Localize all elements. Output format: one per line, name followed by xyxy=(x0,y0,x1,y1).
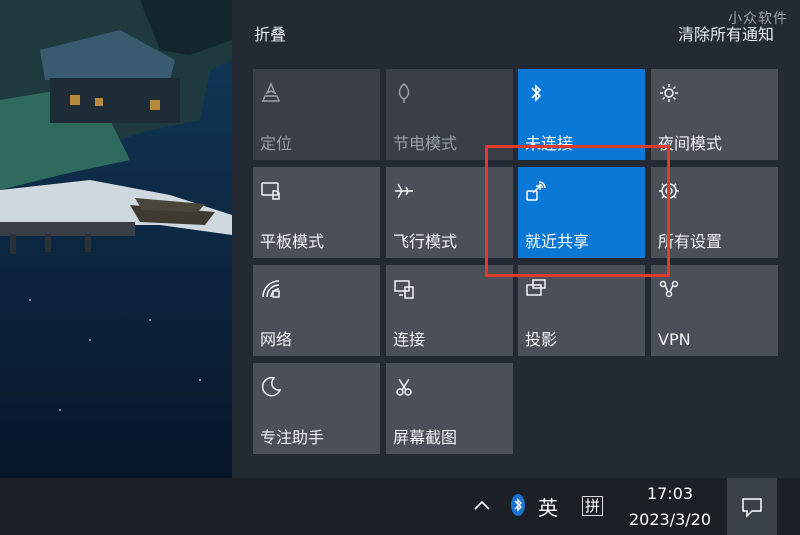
watermark: 小众软件 xyxy=(728,11,788,27)
network-icon xyxy=(259,277,283,301)
ime-layout-indicator[interactable]: 拼 xyxy=(582,496,604,516)
tile-all-settings[interactable]: 所有设置 xyxy=(651,167,778,258)
notification-icon xyxy=(742,498,762,518)
tile-network[interactable]: 网络 xyxy=(253,265,380,356)
tile-nearby-sharing[interactable]: 就近共享 xyxy=(518,167,645,258)
tile-label: 所有设置 xyxy=(658,232,723,251)
tile-label: VPN xyxy=(658,330,691,349)
tile-label: 平板模式 xyxy=(260,232,325,251)
tile-label: 未连接 xyxy=(525,134,574,153)
tile-location[interactable]: 定位 xyxy=(253,69,380,160)
tile-focus-assist[interactable]: 专注助手 xyxy=(253,363,380,454)
bluetooth-tray-icon[interactable] xyxy=(510,493,526,521)
tile-screen-snip[interactable]: 屏幕截图 xyxy=(386,363,513,454)
desktop-wallpaper xyxy=(0,0,232,478)
clock-date[interactable]: 2023/3/20 xyxy=(620,510,720,529)
tile-label: 夜间模式 xyxy=(658,134,723,153)
tile-label: 专注助手 xyxy=(260,428,325,447)
project-icon xyxy=(524,277,548,301)
focus-assist-icon xyxy=(259,375,283,399)
tile-label: 网络 xyxy=(260,330,293,349)
tablet-mode-icon xyxy=(259,179,283,203)
tile-bluetooth[interactable]: 未连接 xyxy=(518,69,645,160)
tile-label: 定位 xyxy=(260,134,293,153)
tile-connect[interactable]: 连接 xyxy=(386,265,513,356)
screen-snip-icon xyxy=(392,375,416,399)
clock-time[interactable]: 17:03 xyxy=(640,484,700,503)
battery-saver-icon xyxy=(392,81,416,105)
tile-vpn[interactable]: VPN xyxy=(651,265,778,356)
night-light-icon xyxy=(657,81,681,105)
vpn-icon xyxy=(657,277,681,301)
tile-tablet-mode[interactable]: 平板模式 xyxy=(253,167,380,258)
tile-label: 飞行模式 xyxy=(393,232,458,251)
location-icon xyxy=(259,81,283,105)
tile-airplane-mode[interactable]: 飞行模式 xyxy=(386,167,513,258)
chevron-up-icon xyxy=(472,500,492,519)
tile-label: 就近共享 xyxy=(525,232,590,251)
ime-mode-indicator[interactable]: 英 xyxy=(538,492,558,521)
bluetooth-icon xyxy=(524,81,548,105)
show-hidden-icons-button[interactable] xyxy=(472,495,492,519)
tile-label: 投影 xyxy=(525,330,558,349)
tile-night-light[interactable]: 夜间模式 xyxy=(651,69,778,160)
tile-project[interactable]: 投影 xyxy=(518,265,645,356)
collapse-button[interactable]: 折叠 xyxy=(254,21,286,45)
tile-battery-saver[interactable]: 节电模式 xyxy=(386,69,513,160)
tile-label: 连接 xyxy=(393,330,426,349)
gear-icon xyxy=(657,179,681,203)
airplane-icon xyxy=(392,179,416,203)
nearby-sharing-icon xyxy=(524,179,548,203)
tile-label: 屏幕截图 xyxy=(393,428,458,447)
connect-icon xyxy=(392,277,416,301)
tile-label: 节电模式 xyxy=(393,134,458,153)
action-center-button[interactable] xyxy=(727,478,777,535)
